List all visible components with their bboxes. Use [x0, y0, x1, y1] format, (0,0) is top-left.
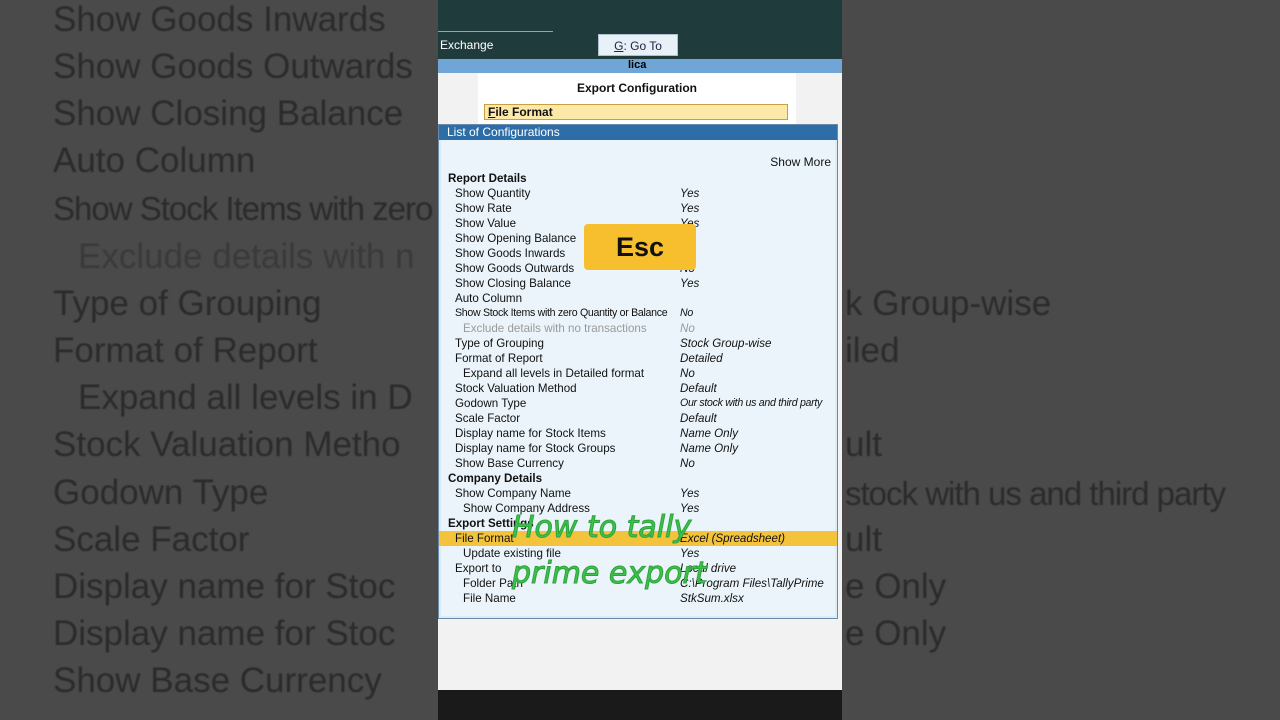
bg-text-line: Scale Factor [53, 520, 250, 559]
bg-text-right: iled [845, 331, 900, 370]
goto-label: : Go To [623, 39, 662, 53]
config-row-godown-type[interactable]: Godown Type Our stock with us and third p… [441, 396, 835, 411]
config-label: Show Goods Outwards [455, 262, 575, 275]
config-value: Yes [680, 277, 700, 290]
config-value: Default [680, 382, 717, 395]
config-label: Exclude details with no transactions [463, 322, 647, 335]
config-row-scale-factor[interactable]: Scale Factor Default [441, 411, 835, 426]
bg-text-right: ult [845, 520, 882, 559]
config-value: Name Only [680, 442, 738, 455]
bg-text-right: ult [845, 425, 882, 464]
config-row-stock-valuation-method[interactable]: Stock Valuation Method Default [441, 381, 835, 396]
config-value: Stock Group-wise [680, 337, 772, 350]
config-value: Name Only [680, 427, 738, 440]
bg-text-right: e Only [845, 614, 947, 653]
config-label: Show Quantity [455, 187, 531, 200]
config-label: Show Goods Inwards [455, 247, 566, 260]
goto-button[interactable]: G: Go To [598, 34, 678, 56]
config-value: No [680, 367, 695, 380]
config-label: Show Rate [455, 202, 512, 215]
show-more-button[interactable]: Show More [770, 155, 831, 169]
caption-line-2: prime export [512, 556, 708, 592]
bg-text-line: Display name for Stoc [53, 614, 396, 653]
config-row-exclude-details-with-no-transactions[interactable]: Exclude details with no transactions No [441, 321, 835, 336]
section-header-company-details: Company Details [441, 471, 835, 486]
config-value: Yes [680, 202, 700, 215]
bottom-bar [438, 690, 842, 720]
config-row-show-closing-balance[interactable]: Show Closing Balance Yes [441, 276, 835, 291]
config-row-show-stock-items-with-zero-quantity-or-balance[interactable]: Show Stock Items with zero Quantity or B… [441, 306, 835, 321]
config-row-type-of-grouping[interactable]: Type of Grouping Stock Group-wise [441, 336, 835, 351]
esc-key-badge: Esc [584, 224, 696, 270]
config-label: Display name for Stock Groups [455, 442, 616, 455]
config-label: Company Details [448, 472, 543, 485]
config-row-format-of-report[interactable]: Format of Report Detailed [441, 351, 835, 366]
bg-text-line: Show Stock Items with zero [53, 190, 433, 227]
config-row-show-company-name[interactable]: Show Company Name Yes [441, 486, 835, 501]
export-configuration-dialog: Export Configuration File Format [478, 73, 796, 125]
config-row-auto-column[interactable]: Auto Column [441, 291, 835, 306]
bg-text-line: Godown Type [53, 473, 269, 512]
tally-window: Exchange G: Go To lica Export Configurat… [438, 0, 842, 720]
config-label: File Format [455, 532, 514, 545]
config-value: No [680, 322, 695, 335]
bg-text-line: Type of Grouping [53, 284, 322, 323]
video-caption: How to tally prime export [512, 505, 772, 597]
config-label: Show Closing Balance [455, 277, 572, 290]
bg-text-line: Expand all levels in D [78, 378, 413, 417]
company-name-fragment: lica [628, 59, 647, 71]
config-label: Scale Factor [455, 412, 521, 425]
config-label: Display name for Stock Items [455, 427, 606, 440]
bg-text-right: k Group-wise [845, 284, 1052, 323]
config-label: Export to [455, 562, 502, 575]
config-label: Auto Column [455, 292, 523, 305]
bg-text-line: Show Closing Balance [53, 94, 404, 133]
config-row-display-name-for-stock-groups[interactable]: Display name for Stock Groups Name Only [441, 441, 835, 456]
config-row-expand-all-levels-in-detailed-format[interactable]: Expand all levels in Detailed format No [441, 366, 835, 381]
bg-text-line: Show Goods Outwards [53, 47, 413, 86]
config-label: Stock Valuation Method [455, 382, 577, 395]
bg-text-line: Exclude details with n [78, 237, 415, 276]
top-bar: Exchange G: Go To [438, 0, 842, 59]
config-value: No [680, 307, 693, 319]
bg-text-line: Format of Report [53, 331, 318, 370]
dialog-title: Export Configuration [577, 81, 697, 95]
section-header-report-details: Report Details [441, 171, 835, 186]
bg-text-line: Show Base Currency [53, 661, 382, 700]
divider [438, 31, 553, 32]
bg-text-line: Display name for Stoc [53, 567, 396, 606]
config-label: Report Details [448, 172, 527, 185]
config-label: Expand all levels in Detailed format [463, 367, 645, 380]
config-value: Default [680, 412, 717, 425]
config-row-show-rate[interactable]: Show Rate Yes [441, 201, 835, 216]
exchange-menu[interactable]: Exchange [440, 38, 493, 52]
config-row-display-name-for-stock-items[interactable]: Display name for Stock Items Name Only [441, 426, 835, 441]
config-label: Show Opening Balance [455, 232, 577, 245]
config-row-show-quantity[interactable]: Show Quantity Yes [441, 186, 835, 201]
config-value: Yes [680, 187, 700, 200]
bg-text-line: Show Goods Inwards [53, 0, 386, 39]
config-value: Detailed [680, 352, 723, 365]
bg-text-line: Auto Column [53, 141, 256, 180]
caption-line-1: How to tally [512, 510, 692, 546]
config-label: Show Value [455, 217, 517, 230]
field-label: ile Format [495, 105, 553, 119]
file-format-field[interactable]: File Format [484, 104, 788, 120]
config-value: No [680, 457, 695, 470]
config-label: Show Base Currency [455, 457, 564, 470]
panel-title: List of Configurations [439, 125, 837, 140]
config-value: Yes [680, 487, 700, 500]
config-label: File Name [463, 592, 516, 605]
config-label: Show Company Name [455, 487, 571, 500]
config-label: Format of Report [455, 352, 543, 365]
config-label: Type of Grouping [455, 337, 544, 350]
config-value: Our stock with us and third party [680, 397, 823, 409]
config-row-show-base-currency[interactable]: Show Base Currency No [441, 456, 835, 471]
config-label: Godown Type [455, 397, 527, 410]
config-label: Show Stock Items with zero Quantity or B… [455, 307, 668, 319]
bg-text-line: Stock Valuation Metho [53, 425, 401, 464]
bg-text-right: e Only [845, 567, 947, 606]
bg-text-right: stock with us and third party [845, 475, 1226, 512]
